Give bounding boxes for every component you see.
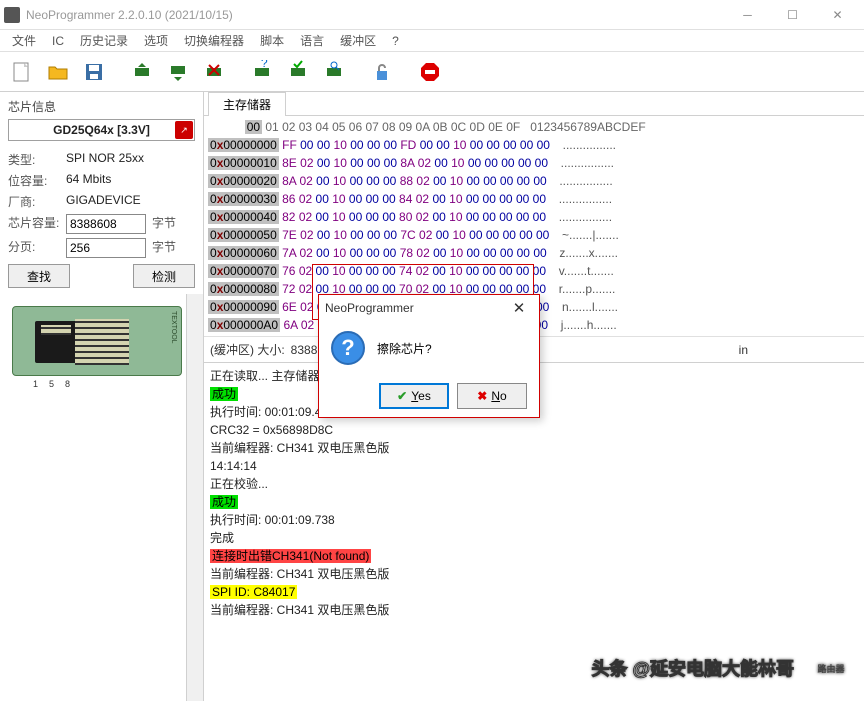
log-line: 连接时出错CH341(Not found) (210, 547, 858, 565)
hex-row[interactable]: 0x00000070 76 02 00 10 00 00 00 74 02 00… (208, 262, 860, 280)
datasheet-icon[interactable]: ↗ (175, 121, 193, 139)
left-panel: 芯片信息 GD25Q64x [3.3V] ↗ 类型:SPI NOR 25xx 位… (0, 92, 204, 701)
log-line: 成功 (210, 493, 858, 511)
menu-ic[interactable]: IC (44, 32, 72, 50)
menu-options[interactable]: 选项 (136, 30, 176, 51)
dialog-title: NeoProgrammer (325, 301, 414, 315)
size-unit: 字节 (152, 214, 176, 234)
log-line: 完成 (210, 529, 858, 547)
dialog-message: 擦除芯片? (377, 340, 432, 357)
svg-text:?: ? (261, 60, 268, 70)
menu-language[interactable]: 语言 (292, 30, 332, 51)
confirm-dialog: NeoProgrammer ✕ ? 擦除芯片? ✔Yes ✖No (318, 294, 540, 418)
detect-button[interactable]: 检测 (133, 264, 195, 288)
page-label: 分页: (8, 238, 66, 258)
adapter-view: TEXTOOL 1 5 8 (0, 294, 203, 701)
find-button[interactable]: 查找 (8, 264, 70, 288)
log-line: 当前编程器: CH341 双电压黑色版 (210, 601, 858, 619)
type-label: 类型: (8, 151, 66, 168)
watermark: 头条 @延安电脑大能林哥 路由器 (591, 641, 858, 695)
hex-row[interactable]: 0x00000030 86 02 00 10 00 00 00 84 02 00… (208, 190, 860, 208)
log-line: 14:14:14 (210, 457, 858, 475)
menu-switch-programmer[interactable]: 切换编程器 (176, 30, 252, 51)
maximize-button[interactable]: ☐ (770, 1, 815, 29)
question-icon: ? (331, 331, 365, 365)
hex-header: 00 01 02 03 04 05 06 07 08 09 0A 0B 0C 0… (208, 118, 860, 136)
new-file-button[interactable] (6, 56, 38, 88)
menu-script[interactable]: 脚本 (252, 30, 292, 51)
blank-check-button[interactable] (282, 56, 314, 88)
bits-value: 64 Mbits (66, 172, 195, 189)
auto-program-button[interactable] (318, 56, 350, 88)
hex-row[interactable]: 0x00000020 8A 02 00 10 00 00 00 88 02 00… (208, 172, 860, 190)
hex-row[interactable]: 0x00000040 82 02 00 10 00 00 00 80 02 00… (208, 208, 860, 226)
menu-buffer[interactable]: 缓冲区 (332, 30, 384, 51)
dialog-no-button[interactable]: ✖No (457, 383, 527, 409)
menu-help[interactable]: ? (384, 32, 407, 50)
mfr-value: GIGADEVICE (66, 193, 195, 210)
check-icon: ✔ (397, 389, 407, 403)
toolbar: ? (0, 52, 864, 92)
buffer-size-label: (缓冲区) 大小: (210, 341, 285, 358)
chip-name[interactable]: GD25Q64x [3.3V] (8, 119, 195, 141)
hex-row[interactable]: 0x00000000 FF 00 00 10 00 00 00 FD 00 00… (208, 136, 860, 154)
menubar: 文件 IC 历史记录 选项 切换编程器 脚本 语言 缓冲区 ? (0, 30, 864, 52)
log-line: CRC32 = 0x56898D8C (210, 421, 858, 439)
close-button[interactable]: ✕ (815, 1, 860, 29)
open-file-button[interactable] (42, 56, 74, 88)
hex-row[interactable]: 0x00000060 7A 02 00 10 00 00 00 78 02 00… (208, 244, 860, 262)
mfr-label: 厂商: (8, 193, 66, 210)
cancel-icon: ✖ (477, 389, 487, 403)
titlebar: NeoProgrammer 2.2.0.10 (2021/10/15) ─ ☐ … (0, 0, 864, 30)
hex-row[interactable]: 0x00000050 7E 02 00 10 00 00 00 7C 02 00… (208, 226, 860, 244)
save-file-button[interactable] (78, 56, 110, 88)
menu-file[interactable]: 文件 (4, 30, 44, 51)
stop-button[interactable] (414, 56, 446, 88)
menu-history[interactable]: 历史记录 (72, 30, 136, 51)
size-label: 芯片容量: (8, 214, 66, 234)
minimize-button[interactable]: ─ (725, 1, 770, 29)
size-input[interactable] (66, 214, 146, 234)
read-chip-button[interactable] (126, 56, 158, 88)
dialog-close-icon[interactable]: ✕ (505, 299, 533, 317)
hex-row[interactable]: 0x00000010 8E 02 00 10 00 00 00 8A 02 00… (208, 154, 860, 172)
erase-chip-button[interactable] (198, 56, 230, 88)
bits-label: 位容量: (8, 172, 66, 189)
chip-info-title: 芯片信息 (8, 98, 195, 115)
page-input[interactable] (66, 238, 146, 258)
dialog-yes-button[interactable]: ✔Yes (379, 383, 449, 409)
tab-main-memory[interactable]: 主存储器 (208, 92, 286, 116)
write-chip-button[interactable] (162, 56, 194, 88)
verify-chip-button[interactable]: ? (246, 56, 278, 88)
left-scrollbar[interactable] (186, 294, 203, 701)
log-line: SPI ID: C84017 (210, 583, 858, 601)
log-line: 当前编程器: CH341 双电压黑色版 (210, 565, 858, 583)
router-logo-icon: 路由器 (804, 641, 858, 695)
log-line: 执行时间: 00:01:09.738 (210, 511, 858, 529)
log-line: 当前编程器: CH341 双电压黑色版 (210, 439, 858, 457)
page-unit: 字节 (152, 238, 176, 258)
app-icon (4, 7, 20, 23)
unlock-button[interactable] (366, 56, 398, 88)
type-value: SPI NOR 25xx (66, 151, 195, 168)
window-title: NeoProgrammer 2.2.0.10 (2021/10/15) (26, 8, 725, 22)
buffer-tail: in (739, 343, 748, 357)
log-line: 正在校验... (210, 475, 858, 493)
